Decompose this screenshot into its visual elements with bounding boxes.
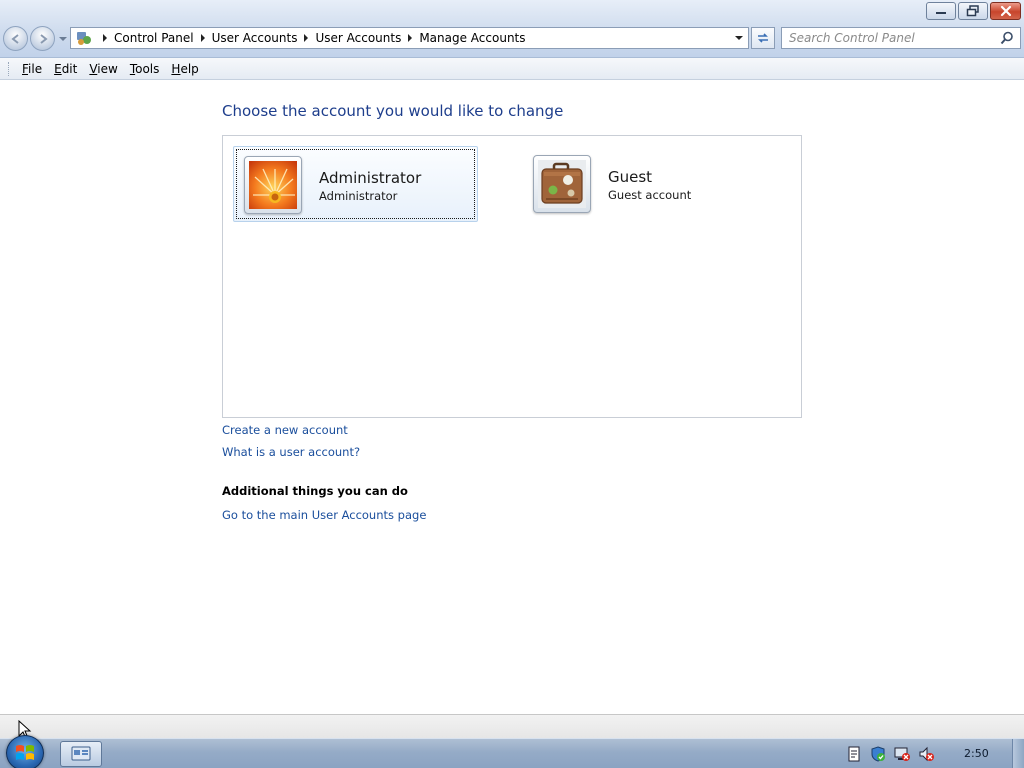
network-error-icon[interactable] bbox=[894, 746, 910, 762]
breadcrumb-user-accounts-sub[interactable]: User Accounts bbox=[315, 31, 401, 45]
windows-logo-icon bbox=[16, 745, 34, 760]
refresh-icon bbox=[758, 33, 768, 43]
breadcrumb-arrow-icon bbox=[100, 29, 110, 47]
arrow-left-icon bbox=[10, 33, 19, 44]
content-area: Choose the account you would like to cha… bbox=[0, 81, 1024, 714]
account-picture bbox=[533, 155, 591, 213]
account-tile-guest[interactable]: Guest Guest account bbox=[523, 146, 768, 222]
suitcase-icon bbox=[538, 160, 586, 208]
search-box[interactable] bbox=[781, 27, 1021, 49]
close-button[interactable] bbox=[990, 2, 1021, 20]
menu-edit-accesskey: E bbox=[54, 61, 62, 76]
control-panel-window-icon bbox=[71, 746, 91, 761]
menu-grip bbox=[8, 61, 11, 76]
accounts-panel: Administrator Administrator Guest Guest bbox=[222, 135, 802, 418]
account-name: Administrator bbox=[319, 169, 422, 187]
breadcrumb-arrow-icon[interactable] bbox=[301, 29, 311, 47]
document-icon[interactable] bbox=[846, 746, 862, 762]
window-chrome: Control Panel User Accounts User Account… bbox=[0, 0, 1024, 58]
menu-tools[interactable]: Tools bbox=[125, 62, 165, 76]
menu-help[interactable]: Help bbox=[166, 62, 203, 76]
menu-bar: File Edit View Tools Help bbox=[0, 58, 1024, 80]
volume-muted-icon[interactable] bbox=[918, 746, 934, 762]
page-title: Choose the account you would like to cha… bbox=[222, 102, 564, 120]
chevron-down-icon bbox=[735, 36, 743, 40]
address-bar[interactable]: Control Panel User Accounts User Account… bbox=[70, 27, 749, 49]
chevron-down-icon bbox=[59, 37, 67, 41]
create-account-link[interactable]: Create a new account bbox=[222, 423, 348, 437]
account-tile-administrator[interactable]: Administrator Administrator bbox=[233, 146, 478, 222]
menu-file[interactable]: File bbox=[17, 62, 47, 76]
arrow-right-icon bbox=[39, 33, 48, 44]
address-history-dropdown[interactable] bbox=[732, 31, 746, 45]
search-icon[interactable] bbox=[998, 29, 1016, 47]
forward-button[interactable] bbox=[30, 26, 55, 51]
back-button[interactable] bbox=[3, 26, 28, 51]
additional-tasks-heading: Additional things you can do bbox=[222, 484, 408, 498]
restore-icon bbox=[966, 5, 979, 17]
show-desktop-button[interactable] bbox=[1012, 739, 1024, 768]
account-name: Guest bbox=[608, 168, 653, 186]
close-icon bbox=[1000, 5, 1011, 17]
refresh-button[interactable] bbox=[751, 27, 775, 49]
start-button[interactable] bbox=[6, 735, 44, 768]
recent-pages-button[interactable] bbox=[58, 33, 68, 43]
breadcrumb-control-panel[interactable]: Control Panel bbox=[114, 31, 194, 45]
status-bar bbox=[0, 714, 1024, 740]
tray-clock[interactable]: 2:50 bbox=[964, 747, 989, 760]
system-tray: 2:50 bbox=[840, 739, 1020, 768]
menu-view-label: iew bbox=[97, 61, 118, 76]
minimize-button[interactable] bbox=[926, 2, 956, 20]
menu-file-label: ile bbox=[28, 61, 43, 76]
breadcrumb-user-accounts[interactable]: User Accounts bbox=[212, 31, 298, 45]
menu-edit[interactable]: Edit bbox=[49, 62, 82, 76]
menu-help-label: elp bbox=[180, 61, 199, 76]
main-user-accounts-link[interactable]: Go to the main User Accounts page bbox=[222, 508, 426, 522]
account-type: Administrator bbox=[319, 189, 398, 203]
menu-edit-label: dit bbox=[61, 61, 78, 76]
menu-view[interactable]: View bbox=[84, 62, 122, 76]
breadcrumb-arrow-icon[interactable] bbox=[405, 29, 415, 47]
account-picture bbox=[244, 156, 302, 214]
account-type: Guest account bbox=[608, 188, 692, 202]
security-shield-icon[interactable] bbox=[870, 746, 886, 762]
taskbar: 2:50 bbox=[0, 735, 1024, 768]
breadcrumb-arrow-icon[interactable] bbox=[198, 29, 208, 47]
window-controls bbox=[926, 2, 1021, 20]
minimize-icon bbox=[936, 12, 946, 14]
control-panel-icon bbox=[74, 28, 94, 48]
search-input[interactable] bbox=[789, 29, 998, 47]
orange-flower-icon bbox=[249, 161, 297, 209]
taskbar-control-panel-button[interactable] bbox=[60, 741, 102, 767]
what-is-user-account-link[interactable]: What is a user account? bbox=[222, 445, 360, 459]
restore-button[interactable] bbox=[958, 2, 988, 20]
menu-tools-label: ools bbox=[135, 61, 160, 76]
breadcrumb-manage-accounts[interactable]: Manage Accounts bbox=[419, 31, 525, 45]
